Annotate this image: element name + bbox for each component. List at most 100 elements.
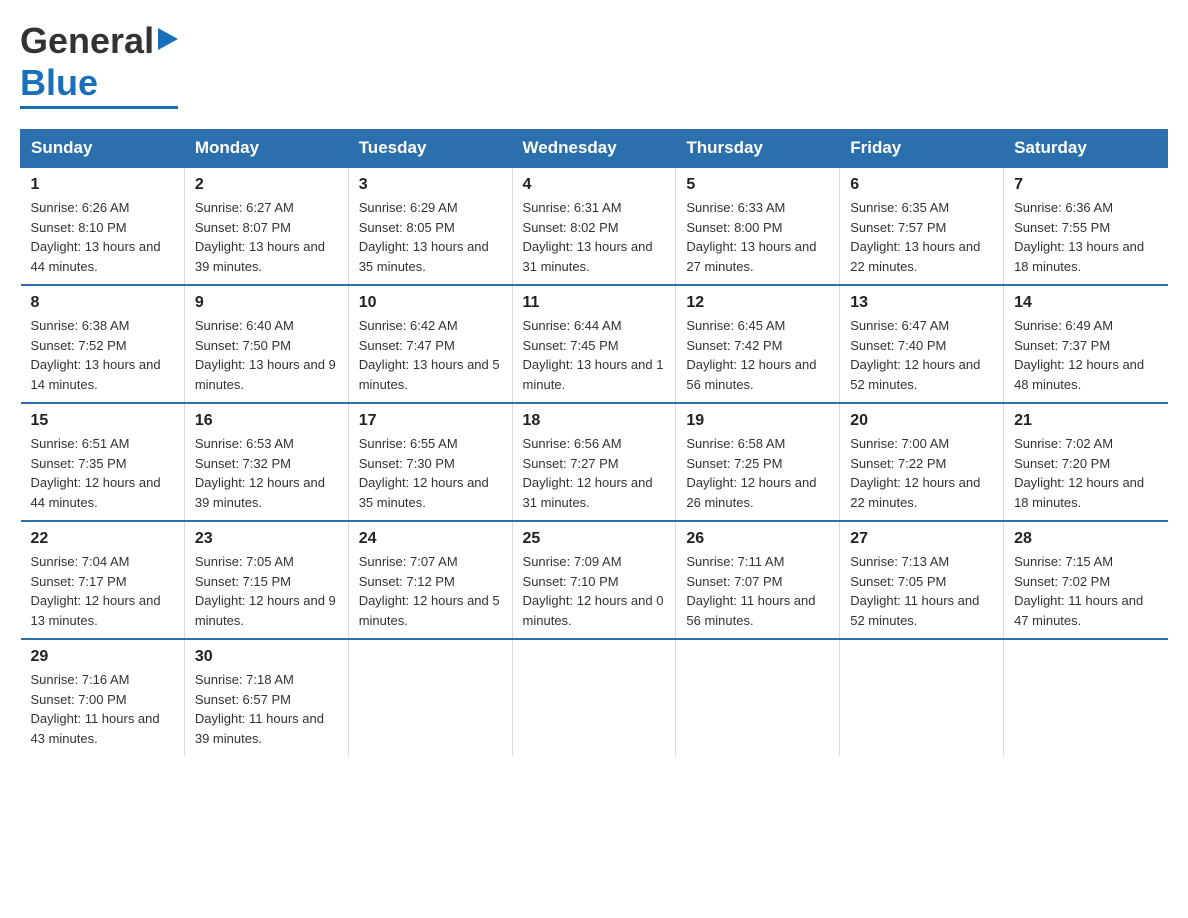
calendar-day-cell: 16 Sunrise: 6:53 AM Sunset: 7:32 PM Dayl… bbox=[184, 403, 348, 521]
day-info: Sunrise: 7:09 AM Sunset: 7:10 PM Dayligh… bbox=[523, 552, 666, 630]
calendar-day-cell: 17 Sunrise: 6:55 AM Sunset: 7:30 PM Dayl… bbox=[348, 403, 512, 521]
calendar-day-cell: 23 Sunrise: 7:05 AM Sunset: 7:15 PM Dayl… bbox=[184, 521, 348, 639]
day-number: 14 bbox=[1014, 294, 1157, 312]
day-number: 15 bbox=[31, 412, 174, 430]
day-number: 18 bbox=[523, 412, 666, 430]
day-info: Sunrise: 7:04 AM Sunset: 7:17 PM Dayligh… bbox=[31, 552, 174, 630]
calendar-day-cell bbox=[676, 639, 840, 756]
day-info: Sunrise: 6:36 AM Sunset: 7:55 PM Dayligh… bbox=[1014, 198, 1157, 276]
calendar-day-cell: 3 Sunrise: 6:29 AM Sunset: 8:05 PM Dayli… bbox=[348, 167, 512, 285]
calendar-day-cell: 18 Sunrise: 6:56 AM Sunset: 7:27 PM Dayl… bbox=[512, 403, 676, 521]
logo: General Blue bbox=[20, 20, 178, 109]
day-info: Sunrise: 7:11 AM Sunset: 7:07 PM Dayligh… bbox=[686, 552, 829, 630]
day-info: Sunrise: 6:35 AM Sunset: 7:57 PM Dayligh… bbox=[850, 198, 993, 276]
day-number: 26 bbox=[686, 530, 829, 548]
day-info: Sunrise: 7:05 AM Sunset: 7:15 PM Dayligh… bbox=[195, 552, 338, 630]
calendar-day-cell bbox=[512, 639, 676, 756]
day-info: Sunrise: 7:07 AM Sunset: 7:12 PM Dayligh… bbox=[359, 552, 502, 630]
calendar-day-cell: 5 Sunrise: 6:33 AM Sunset: 8:00 PM Dayli… bbox=[676, 167, 840, 285]
calendar-day-cell: 20 Sunrise: 7:00 AM Sunset: 7:22 PM Dayl… bbox=[840, 403, 1004, 521]
header-sunday: Sunday bbox=[21, 130, 185, 168]
day-number: 9 bbox=[195, 294, 338, 312]
day-info: Sunrise: 6:56 AM Sunset: 7:27 PM Dayligh… bbox=[523, 434, 666, 512]
calendar-day-cell: 9 Sunrise: 6:40 AM Sunset: 7:50 PM Dayli… bbox=[184, 285, 348, 403]
day-number: 11 bbox=[523, 294, 666, 312]
day-info: Sunrise: 6:38 AM Sunset: 7:52 PM Dayligh… bbox=[31, 316, 174, 394]
header-friday: Friday bbox=[840, 130, 1004, 168]
calendar-day-cell: 19 Sunrise: 6:58 AM Sunset: 7:25 PM Dayl… bbox=[676, 403, 840, 521]
day-number: 17 bbox=[359, 412, 502, 430]
day-info: Sunrise: 7:18 AM Sunset: 6:57 PM Dayligh… bbox=[195, 670, 338, 748]
calendar-week-row: 22 Sunrise: 7:04 AM Sunset: 7:17 PM Dayl… bbox=[21, 521, 1168, 639]
day-info: Sunrise: 6:49 AM Sunset: 7:37 PM Dayligh… bbox=[1014, 316, 1157, 394]
day-info: Sunrise: 6:40 AM Sunset: 7:50 PM Dayligh… bbox=[195, 316, 338, 394]
day-info: Sunrise: 6:26 AM Sunset: 8:10 PM Dayligh… bbox=[31, 198, 174, 276]
header-monday: Monday bbox=[184, 130, 348, 168]
header-saturday: Saturday bbox=[1004, 130, 1168, 168]
calendar-day-cell: 24 Sunrise: 7:07 AM Sunset: 7:12 PM Dayl… bbox=[348, 521, 512, 639]
day-number: 4 bbox=[523, 176, 666, 194]
day-number: 3 bbox=[359, 176, 502, 194]
day-info: Sunrise: 6:53 AM Sunset: 7:32 PM Dayligh… bbox=[195, 434, 338, 512]
day-info: Sunrise: 6:27 AM Sunset: 8:07 PM Dayligh… bbox=[195, 198, 338, 276]
calendar-day-cell: 13 Sunrise: 6:47 AM Sunset: 7:40 PM Dayl… bbox=[840, 285, 1004, 403]
day-info: Sunrise: 6:55 AM Sunset: 7:30 PM Dayligh… bbox=[359, 434, 502, 512]
day-number: 16 bbox=[195, 412, 338, 430]
calendar-day-cell: 28 Sunrise: 7:15 AM Sunset: 7:02 PM Dayl… bbox=[1004, 521, 1168, 639]
header-tuesday: Tuesday bbox=[348, 130, 512, 168]
calendar-day-cell: 1 Sunrise: 6:26 AM Sunset: 8:10 PM Dayli… bbox=[21, 167, 185, 285]
day-number: 27 bbox=[850, 530, 993, 548]
calendar-table: Sunday Monday Tuesday Wednesday Thursday… bbox=[20, 129, 1168, 756]
calendar-day-cell: 14 Sunrise: 6:49 AM Sunset: 7:37 PM Dayl… bbox=[1004, 285, 1168, 403]
calendar-day-cell: 29 Sunrise: 7:16 AM Sunset: 7:00 PM Dayl… bbox=[21, 639, 185, 756]
calendar-day-cell bbox=[840, 639, 1004, 756]
header-thursday: Thursday bbox=[676, 130, 840, 168]
calendar-day-cell: 4 Sunrise: 6:31 AM Sunset: 8:02 PM Dayli… bbox=[512, 167, 676, 285]
logo-arrow-icon bbox=[158, 28, 178, 55]
day-number: 25 bbox=[523, 530, 666, 548]
calendar-week-row: 15 Sunrise: 6:51 AM Sunset: 7:35 PM Dayl… bbox=[21, 403, 1168, 521]
day-number: 30 bbox=[195, 648, 338, 666]
day-info: Sunrise: 6:51 AM Sunset: 7:35 PM Dayligh… bbox=[31, 434, 174, 512]
day-number: 24 bbox=[359, 530, 502, 548]
header-wednesday: Wednesday bbox=[512, 130, 676, 168]
calendar-day-cell: 8 Sunrise: 6:38 AM Sunset: 7:52 PM Dayli… bbox=[21, 285, 185, 403]
day-info: Sunrise: 6:29 AM Sunset: 8:05 PM Dayligh… bbox=[359, 198, 502, 276]
day-number: 13 bbox=[850, 294, 993, 312]
day-number: 2 bbox=[195, 176, 338, 194]
day-info: Sunrise: 6:58 AM Sunset: 7:25 PM Dayligh… bbox=[686, 434, 829, 512]
day-number: 29 bbox=[31, 648, 174, 666]
calendar-week-row: 29 Sunrise: 7:16 AM Sunset: 7:00 PM Dayl… bbox=[21, 639, 1168, 756]
logo-general-text: General bbox=[20, 20, 154, 62]
calendar-day-cell: 21 Sunrise: 7:02 AM Sunset: 7:20 PM Dayl… bbox=[1004, 403, 1168, 521]
day-info: Sunrise: 7:15 AM Sunset: 7:02 PM Dayligh… bbox=[1014, 552, 1157, 630]
day-info: Sunrise: 6:33 AM Sunset: 8:00 PM Dayligh… bbox=[686, 198, 829, 276]
calendar-day-cell: 12 Sunrise: 6:45 AM Sunset: 7:42 PM Dayl… bbox=[676, 285, 840, 403]
day-info: Sunrise: 7:00 AM Sunset: 7:22 PM Dayligh… bbox=[850, 434, 993, 512]
day-info: Sunrise: 6:31 AM Sunset: 8:02 PM Dayligh… bbox=[523, 198, 666, 276]
calendar-week-row: 8 Sunrise: 6:38 AM Sunset: 7:52 PM Dayli… bbox=[21, 285, 1168, 403]
calendar-day-cell: 6 Sunrise: 6:35 AM Sunset: 7:57 PM Dayli… bbox=[840, 167, 1004, 285]
calendar-day-cell: 25 Sunrise: 7:09 AM Sunset: 7:10 PM Dayl… bbox=[512, 521, 676, 639]
day-info: Sunrise: 6:42 AM Sunset: 7:47 PM Dayligh… bbox=[359, 316, 502, 394]
day-number: 28 bbox=[1014, 530, 1157, 548]
calendar-day-cell: 30 Sunrise: 7:18 AM Sunset: 6:57 PM Dayl… bbox=[184, 639, 348, 756]
day-number: 22 bbox=[31, 530, 174, 548]
day-info: Sunrise: 7:16 AM Sunset: 7:00 PM Dayligh… bbox=[31, 670, 174, 748]
day-number: 10 bbox=[359, 294, 502, 312]
day-info: Sunrise: 6:44 AM Sunset: 7:45 PM Dayligh… bbox=[523, 316, 666, 394]
day-number: 19 bbox=[686, 412, 829, 430]
calendar-day-cell: 15 Sunrise: 6:51 AM Sunset: 7:35 PM Dayl… bbox=[21, 403, 185, 521]
calendar-day-cell bbox=[1004, 639, 1168, 756]
page-header: General Blue bbox=[20, 20, 1168, 109]
day-number: 6 bbox=[850, 176, 993, 194]
calendar-day-cell: 10 Sunrise: 6:42 AM Sunset: 7:47 PM Dayl… bbox=[348, 285, 512, 403]
day-number: 8 bbox=[31, 294, 174, 312]
calendar-day-cell: 27 Sunrise: 7:13 AM Sunset: 7:05 PM Dayl… bbox=[840, 521, 1004, 639]
day-info: Sunrise: 6:47 AM Sunset: 7:40 PM Dayligh… bbox=[850, 316, 993, 394]
day-number: 21 bbox=[1014, 412, 1157, 430]
calendar-day-cell: 7 Sunrise: 6:36 AM Sunset: 7:55 PM Dayli… bbox=[1004, 167, 1168, 285]
calendar-day-cell: 11 Sunrise: 6:44 AM Sunset: 7:45 PM Dayl… bbox=[512, 285, 676, 403]
day-number: 5 bbox=[686, 176, 829, 194]
calendar-week-row: 1 Sunrise: 6:26 AM Sunset: 8:10 PM Dayli… bbox=[21, 167, 1168, 285]
